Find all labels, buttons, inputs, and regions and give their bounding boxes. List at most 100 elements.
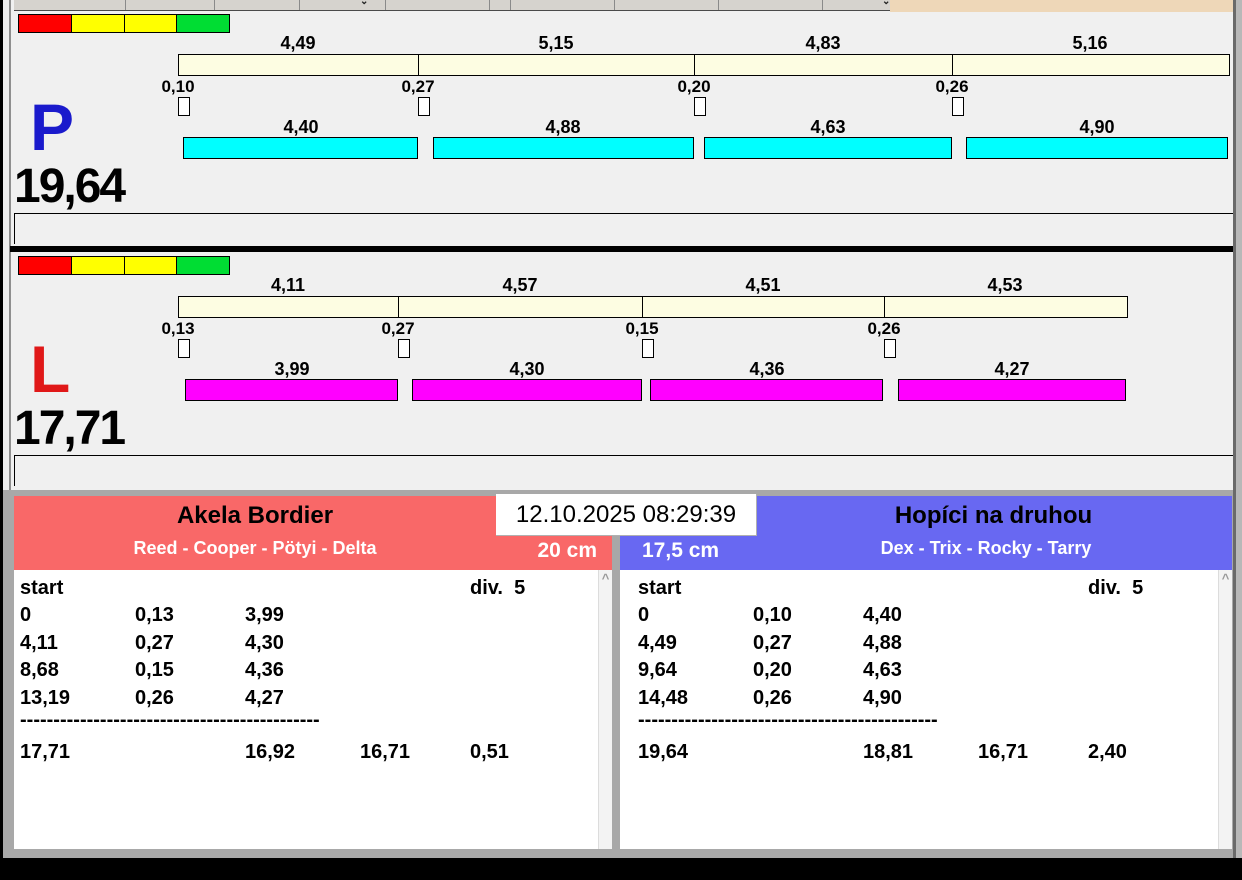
clean-time-value: 4,27	[994, 359, 1030, 379]
split-clean-value: 3,99	[245, 604, 284, 626]
dog-clean-time-bar	[183, 137, 418, 159]
clean-time-value: 4,40	[283, 117, 319, 137]
window-right-gutter	[1236, 0, 1242, 858]
toolbar-segment[interactable]	[511, 0, 615, 10]
cross-time-value: 0,15	[625, 319, 659, 338]
cross-marker	[178, 339, 190, 358]
dog-clean-time-bar	[433, 137, 694, 159]
dog-clean-time-bar	[412, 379, 642, 401]
split-segment	[694, 55, 953, 75]
split-cross-value: 0,20	[753, 659, 792, 681]
table-header-division: div. 5	[1088, 577, 1144, 599]
toolbar-segment[interactable]	[300, 0, 386, 10]
split-segment	[398, 297, 644, 317]
split-segment	[179, 55, 420, 75]
toolbar-segment[interactable]	[615, 0, 719, 10]
clean-time-value: 3,99	[274, 359, 310, 379]
split-cross-value: 0,26	[135, 686, 174, 709]
toolbar-segment[interactable]	[126, 0, 215, 10]
toolbar-segment[interactable]	[823, 0, 889, 10]
table-scrollbar[interactable]: ^	[598, 570, 612, 849]
table-header-start: start	[20, 577, 64, 599]
start-lights-strip	[18, 14, 230, 33]
lane-panel-p: P 19,64 4,49 0,10 4,40 5,15 0,27 4,88 4,83 0,20…	[14, 10, 1236, 246]
team-panel-left: Akela Bordier Reed - Cooper - Pötyi - De…	[14, 496, 612, 852]
dog-clean-time-bar	[966, 137, 1228, 159]
split-segment	[179, 297, 399, 317]
split-clean-value: 4,88	[863, 631, 902, 654]
splits-table[interactable]: start div. 5 0 0,10 4,40 4,49 0,27 4,88 9,64 0,20…	[620, 570, 1218, 849]
traffic-light-cell	[71, 15, 125, 32]
lane-total-time: 17,71	[14, 402, 126, 455]
split-cross-value: 0,13	[135, 604, 174, 626]
toolbar-segment[interactable]	[215, 0, 300, 10]
split-segment	[419, 55, 695, 75]
split-clean-value: 4,36	[245, 659, 284, 681]
cross-time-value: 0,27	[381, 319, 415, 338]
split-cumulative-value: 0	[20, 604, 32, 626]
split-time-value: 5,15	[538, 33, 574, 53]
reference-time-value: 16,71	[360, 741, 411, 763]
dog-clean-time-bar	[185, 379, 398, 401]
scroll-up-icon[interactable]: ^	[599, 572, 612, 585]
difference-value: 2,40	[1088, 741, 1127, 763]
cross-time-value: 0,26	[935, 77, 969, 96]
split-cross-value: 0,26	[753, 686, 792, 709]
cross-marker	[952, 97, 964, 116]
traffic-light-cell	[177, 257, 229, 274]
split-bar	[178, 54, 1230, 76]
traffic-light-cell	[124, 257, 178, 274]
jump-height-label: 20 cm	[537, 539, 597, 562]
table-separator: ----------------------------------------…	[638, 709, 938, 731]
split-cross-value: 0,27	[135, 631, 174, 654]
split-segment	[643, 297, 885, 317]
total-time-value: 17,71	[20, 741, 71, 763]
split-time-value: 4,83	[805, 33, 841, 53]
datetime-display: 12.10.2025 08:29:39	[496, 494, 757, 536]
dog-clean-time-bar	[898, 379, 1126, 401]
lane-status-strip	[14, 213, 1236, 244]
team-dogs: Dex - Trix - Rocky - Tarry	[880, 538, 1092, 558]
split-clean-value: 4,63	[863, 659, 902, 681]
cross-marker	[694, 97, 706, 116]
split-bar	[178, 296, 1128, 318]
start-lights-strip	[18, 256, 230, 275]
lane-letter: P	[30, 90, 75, 164]
scroll-up-icon[interactable]: ^	[1219, 572, 1232, 585]
sum-clean-value: 18,81	[863, 741, 914, 763]
clean-time-value: 4,90	[1079, 117, 1115, 137]
split-cumulative-value: 14,48	[638, 686, 689, 709]
split-cumulative-value: 4,11	[20, 631, 58, 654]
split-clean-value: 4,40	[863, 604, 902, 626]
sum-clean-value: 16,92	[245, 741, 296, 763]
split-segment	[884, 297, 1127, 317]
bottom-black-bar	[0, 858, 1242, 880]
table-separator: ----------------------------------------…	[20, 709, 320, 731]
toolbar-segment[interactable]	[14, 0, 126, 10]
toolbar-segment[interactable]	[490, 0, 511, 10]
split-segment	[952, 55, 1229, 75]
team-name: Hopíci na druhou	[894, 502, 1093, 529]
traffic-light-cell	[177, 15, 229, 32]
toolbar-segment[interactable]	[386, 0, 490, 10]
team-panel-right: Hopíci na druhou Dex - Trix - Rocky - Ta…	[620, 496, 1232, 852]
timing-app-window: { "window": { "datetime": "12.10.2025 08…	[0, 0, 1242, 880]
split-cross-value: 0,15	[135, 659, 174, 681]
split-cross-value: 0,27	[753, 631, 792, 654]
splits-table[interactable]: start div. 5 0 0,13 3,99 4,11 0,27 4,30 8,68 0,15…	[14, 570, 598, 849]
difference-value: 0,51	[470, 741, 509, 763]
split-clean-value: 4,90	[863, 686, 902, 709]
chevron-down-icon: ⌄	[360, 0, 369, 7]
split-time-value: 4,49	[280, 33, 316, 53]
toolbar-segment[interactable]	[719, 0, 823, 10]
table-scrollbar[interactable]: ^	[1218, 570, 1232, 849]
cross-marker	[398, 339, 410, 358]
cross-marker	[178, 97, 190, 116]
lane-status-strip	[14, 455, 1236, 486]
clean-time-value: 4,63	[810, 117, 846, 137]
split-time-value: 4,11	[270, 275, 306, 295]
traffic-light-cell	[19, 257, 72, 274]
traffic-light-cell	[71, 257, 125, 274]
cross-time-value: 0,27	[401, 77, 435, 96]
traffic-light-cell	[19, 15, 72, 32]
